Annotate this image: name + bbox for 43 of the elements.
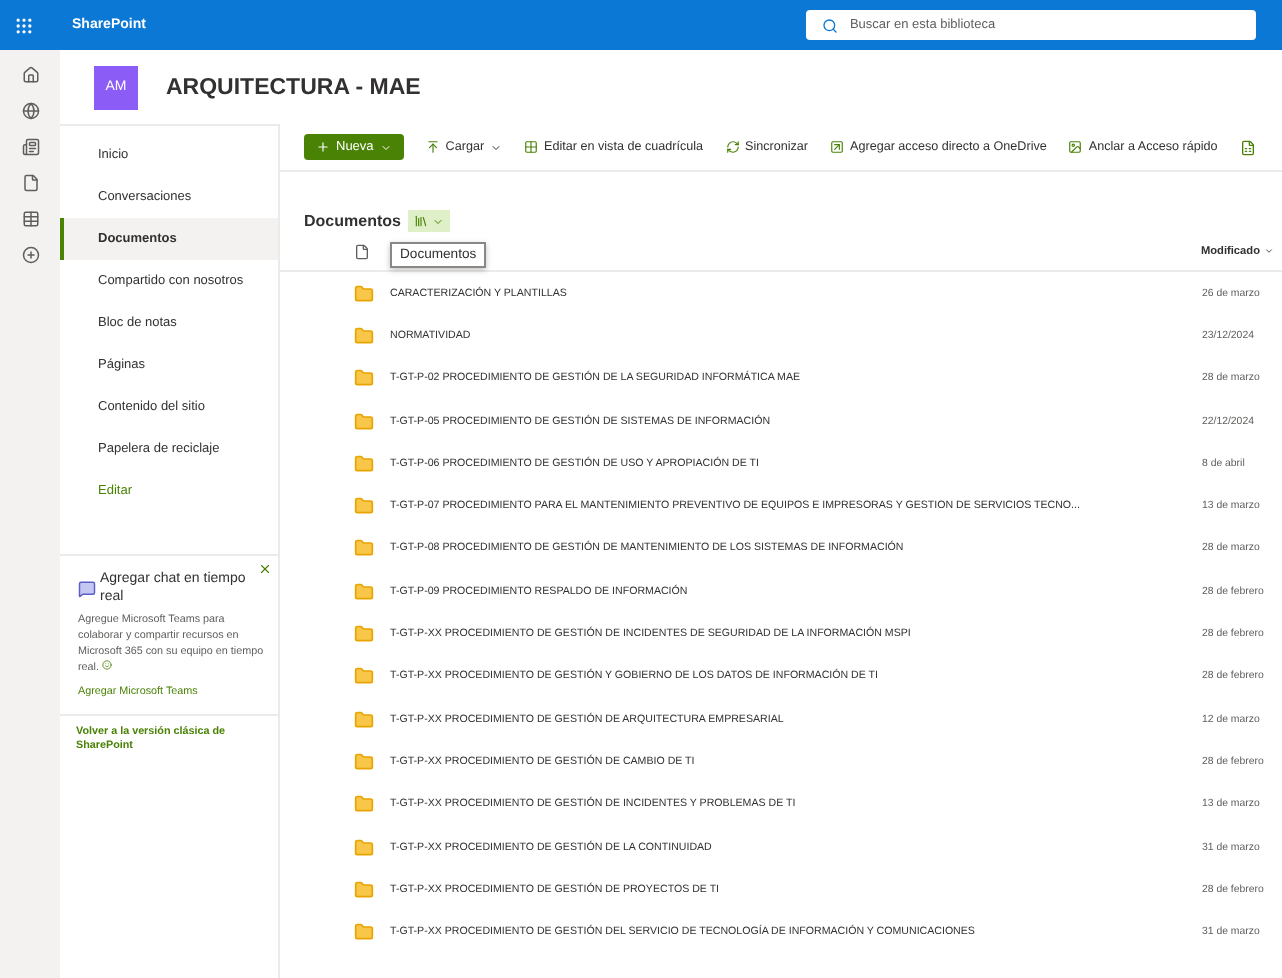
close-icon[interactable] (258, 562, 272, 576)
folder-icon (354, 496, 374, 517)
folder-icon (354, 283, 374, 304)
folder-icon (354, 325, 374, 346)
folder-icon (354, 538, 374, 559)
folder-icon (354, 751, 374, 772)
chevron-down-icon (490, 141, 503, 153)
news-icon[interactable] (21, 138, 39, 156)
search-icon (821, 17, 838, 33)
library-title: Documentos (304, 212, 401, 230)
shortcut-icon (830, 140, 845, 154)
folder-icon (354, 666, 374, 687)
folder-icon (354, 794, 374, 815)
view-switcher[interactable] (408, 210, 451, 232)
folder-icon (354, 453, 374, 474)
folder-icon (354, 581, 374, 602)
chevron-down-icon (379, 141, 392, 153)
sync-icon (725, 140, 740, 154)
site-title: ARQUITECTURA - MAE (166, 75, 421, 99)
folder-icon (354, 624, 374, 645)
folder-icon (354, 709, 374, 730)
upload-icon (425, 140, 440, 154)
chat-icon (78, 580, 96, 598)
folder-icon (354, 879, 374, 900)
file-icon[interactable] (21, 174, 39, 192)
smiley-icon (102, 660, 112, 670)
chevron-down-icon (1264, 246, 1274, 256)
chevron-down-icon (432, 215, 445, 227)
plus-icon (316, 140, 330, 154)
picture-icon (1068, 140, 1083, 154)
folder-icon (354, 368, 374, 389)
file-type-icon (354, 243, 370, 259)
grid-icon (524, 140, 539, 154)
library-icon (414, 214, 429, 228)
create-icon[interactable] (21, 246, 39, 264)
globe-icon[interactable] (21, 102, 39, 120)
spreadsheet-icon[interactable] (1239, 139, 1256, 155)
folder-icon (354, 922, 374, 943)
home-icon[interactable] (21, 66, 39, 84)
app-launcher-icon[interactable] (14, 15, 34, 35)
list-icon[interactable] (21, 210, 39, 228)
folder-icon (354, 411, 374, 432)
folder-icon (354, 837, 374, 857)
